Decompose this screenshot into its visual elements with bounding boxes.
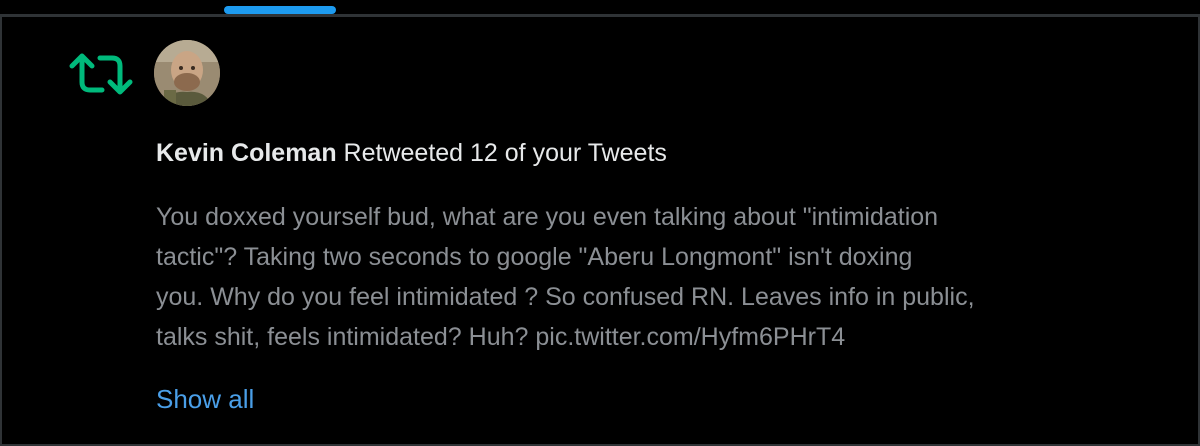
action-text: Retweeted 12 of your Tweets: [336, 139, 667, 167]
tweet-line: You doxxed yourself bud, what are you ev…: [156, 203, 939, 231]
retweet-icon: [68, 50, 134, 98]
tweet-line: talks shit, feels intimidated? Huh? pic.…: [156, 323, 846, 351]
show-all-link[interactable]: Show all: [156, 381, 254, 417]
avatar[interactable]: [154, 40, 220, 106]
tweet-line: you. Why do you feel intimidated ? So co…: [156, 283, 975, 311]
user-name[interactable]: Kevin Coleman: [156, 139, 337, 167]
tweet-text[interactable]: You doxxed yourself bud, what are you ev…: [156, 197, 1146, 357]
tweet-line: tactic"? Taking two seconds to google "A…: [156, 243, 913, 271]
notification-headline: Kevin Coleman Retweeted 12 of your Tweet…: [156, 137, 667, 169]
active-tab-indicator: [224, 6, 336, 14]
